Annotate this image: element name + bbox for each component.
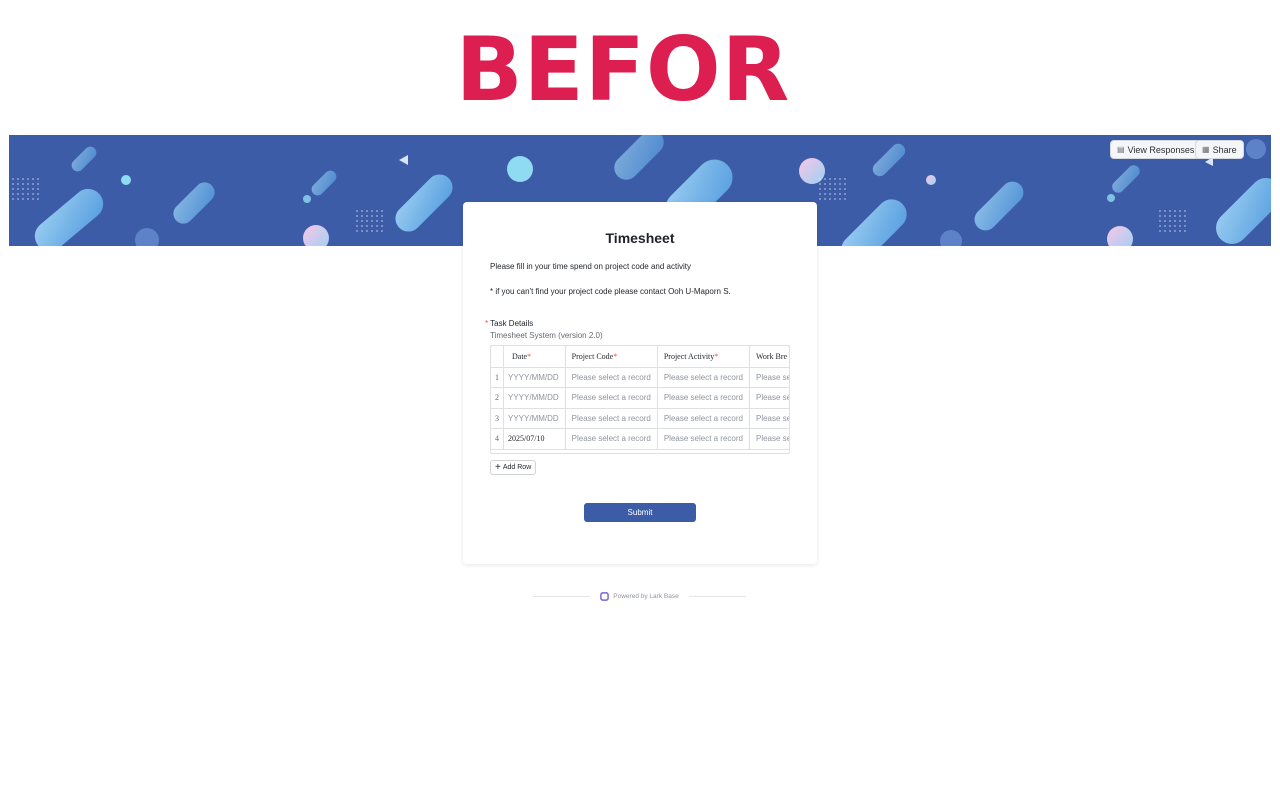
- table-row: 2 YYYY/MM/DD Please select a record Plea…: [491, 387, 789, 409]
- column-work-break-label: Work Bre: [755, 351, 788, 361]
- row-number: 2: [491, 387, 504, 409]
- work-break-cell[interactable]: Please se: [749, 367, 789, 388]
- project-activity-cell[interactable]: Please select a record: [657, 408, 750, 429]
- row-number: 3: [491, 408, 504, 429]
- date-cell[interactable]: YYYY/MM/DD: [503, 408, 566, 429]
- overlay-title: BEFOR: [455, 18, 791, 121]
- share-icon: ▦: [1202, 145, 1210, 154]
- column-date-label: Date: [512, 351, 528, 361]
- project-code-cell[interactable]: Please select a record: [565, 367, 658, 388]
- table-row: 4 2025/07/10 Please select a record Plea…: [491, 428, 789, 450]
- form-title: Timesheet: [605, 230, 675, 246]
- form-description-line2: * if you can't find your project code pl…: [490, 287, 731, 296]
- form-description-line1: Please fill in your time spend on projec…: [490, 262, 691, 271]
- submit-button[interactable]: Submit: [584, 503, 696, 522]
- share-button[interactable]: ▦ Share: [1195, 140, 1244, 159]
- row-number: 4: [491, 428, 504, 450]
- task-details-label-text: Task Details: [490, 319, 534, 328]
- required-mark: *: [714, 351, 719, 361]
- responses-icon: ▤: [1117, 145, 1125, 154]
- footer-divider-right: [688, 595, 746, 597]
- date-cell[interactable]: 2025/07/10: [503, 428, 566, 450]
- project-code-cell[interactable]: Please select a record: [565, 428, 658, 450]
- form-card: Timesheet Please fill in your time spend…: [463, 202, 817, 564]
- project-activity-cell[interactable]: Please select a record: [657, 387, 750, 409]
- project-code-cell[interactable]: Please select a record: [565, 408, 658, 429]
- footer-divider-left: [533, 595, 591, 597]
- task-details-label: * Task Details: [485, 319, 533, 328]
- project-activity-cell[interactable]: Please select a record: [657, 428, 750, 450]
- view-responses-button[interactable]: ▤ View Responses: [1110, 140, 1202, 159]
- column-header-project-code: Project Code*: [565, 346, 658, 368]
- powered-by-text: Powered by Lark Base: [613, 592, 679, 600]
- task-details-subtitle: Timesheet System (version 2.0): [490, 331, 603, 340]
- date-cell[interactable]: YYYY/MM/DD: [503, 367, 566, 388]
- required-mark: *: [613, 351, 618, 361]
- column-header-project-activity: Project Activity*: [657, 346, 750, 368]
- work-break-cell[interactable]: Please se: [749, 387, 789, 409]
- table-row: 1 YYYY/MM/DD Please select a record Plea…: [491, 367, 789, 388]
- share-label: Share: [1212, 144, 1237, 155]
- column-project-activity-label: Project Activity: [663, 351, 715, 361]
- view-responses-label: View Responses: [1127, 144, 1195, 155]
- date-cell[interactable]: YYYY/MM/DD: [503, 387, 566, 409]
- project-activity-cell[interactable]: Please select a record: [657, 367, 750, 388]
- column-project-code-label: Project Code: [571, 351, 614, 361]
- column-header-date: Date*: [503, 346, 566, 368]
- column-header-rownum: [491, 346, 504, 368]
- required-mark: *: [527, 351, 532, 361]
- plus-icon: +: [495, 461, 501, 473]
- lark-base-logo-icon: [600, 591, 610, 601]
- powered-by[interactable]: Powered by Lark Base: [590, 591, 688, 601]
- column-header-work-break: Work Bre: [749, 346, 789, 368]
- task-details-table[interactable]: Date* Project Code* Project Activity* Wo…: [490, 345, 790, 454]
- footer: Powered by Lark Base: [533, 590, 746, 602]
- table-row: 3 YYYY/MM/DD Please select a record Plea…: [491, 408, 789, 429]
- required-mark: *: [485, 319, 489, 328]
- work-break-cell[interactable]: Please se: [749, 408, 789, 429]
- project-code-cell[interactable]: Please select a record: [565, 387, 658, 409]
- submit-label: Submit: [627, 508, 653, 517]
- work-break-cell[interactable]: Please se: [749, 428, 789, 450]
- add-row-label: Add Row: [502, 464, 532, 471]
- row-number: 1: [491, 367, 504, 388]
- add-row-button[interactable]: + Add Row: [490, 460, 537, 475]
